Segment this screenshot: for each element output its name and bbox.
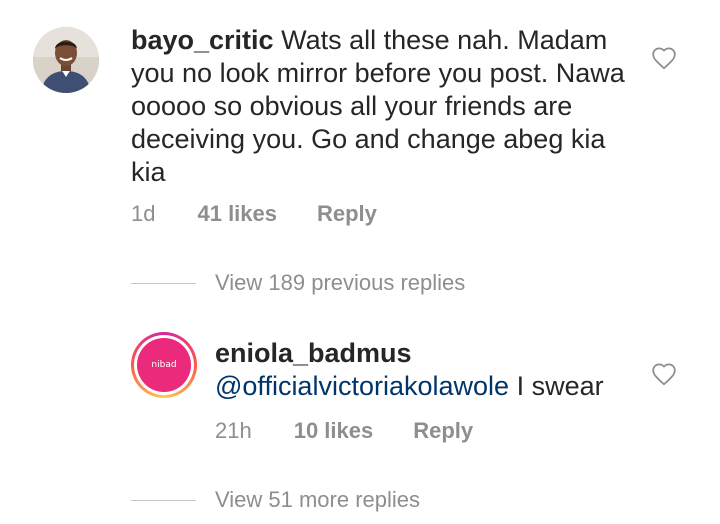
comment-meta: 1d 41 likes Reply xyxy=(131,201,377,227)
avatar-eniola-badmus[interactable]: nibad xyxy=(131,332,197,398)
heart-icon[interactable] xyxy=(651,362,677,386)
comment-time: 21h xyxy=(215,418,252,443)
view-previous-replies-button[interactable]: View 189 previous replies xyxy=(131,270,465,296)
comment-body: eniola_badmus @officialvictoriakolawole … xyxy=(215,337,635,403)
comment-eniola-badmus: nibad eniola_badmus @officialvictoriakol… xyxy=(0,320,720,460)
likes-count-button[interactable]: 41 likes xyxy=(197,201,277,227)
mention-link[interactable]: @officialvictoriakolawole xyxy=(215,371,509,401)
view-previous-replies-label: View 189 previous replies xyxy=(215,270,466,295)
reply-button[interactable]: Reply xyxy=(413,418,473,444)
brand-logo-icon: nibad xyxy=(137,338,191,392)
comment-bayo-critic: bayo_critic Wats all these nah. Madam yo… xyxy=(0,0,720,260)
story-ring: nibad xyxy=(131,332,197,398)
comment-username[interactable]: bayo_critic xyxy=(131,25,274,55)
comment-meta: 21h 10 likes Reply xyxy=(215,418,473,444)
avatar-bayo-critic[interactable] xyxy=(33,27,99,93)
comment-username[interactable]: eniola_badmus xyxy=(215,337,635,370)
view-more-replies-label: View 51 more replies xyxy=(215,487,421,512)
reply-button[interactable]: Reply xyxy=(317,201,377,227)
brand-logo-text: nibad xyxy=(151,360,177,370)
comment-time: 1d xyxy=(131,201,156,226)
divider-line xyxy=(131,282,196,284)
likes-count-button[interactable]: 10 likes xyxy=(294,418,374,444)
comment-body: bayo_critic Wats all these nah. Madam yo… xyxy=(131,24,631,189)
comment-text: I swear xyxy=(516,371,604,401)
heart-icon[interactable] xyxy=(651,46,677,70)
view-more-replies-button[interactable]: View 51 more replies xyxy=(131,487,420,513)
divider-line xyxy=(131,499,196,501)
user-photo-icon xyxy=(33,27,99,93)
